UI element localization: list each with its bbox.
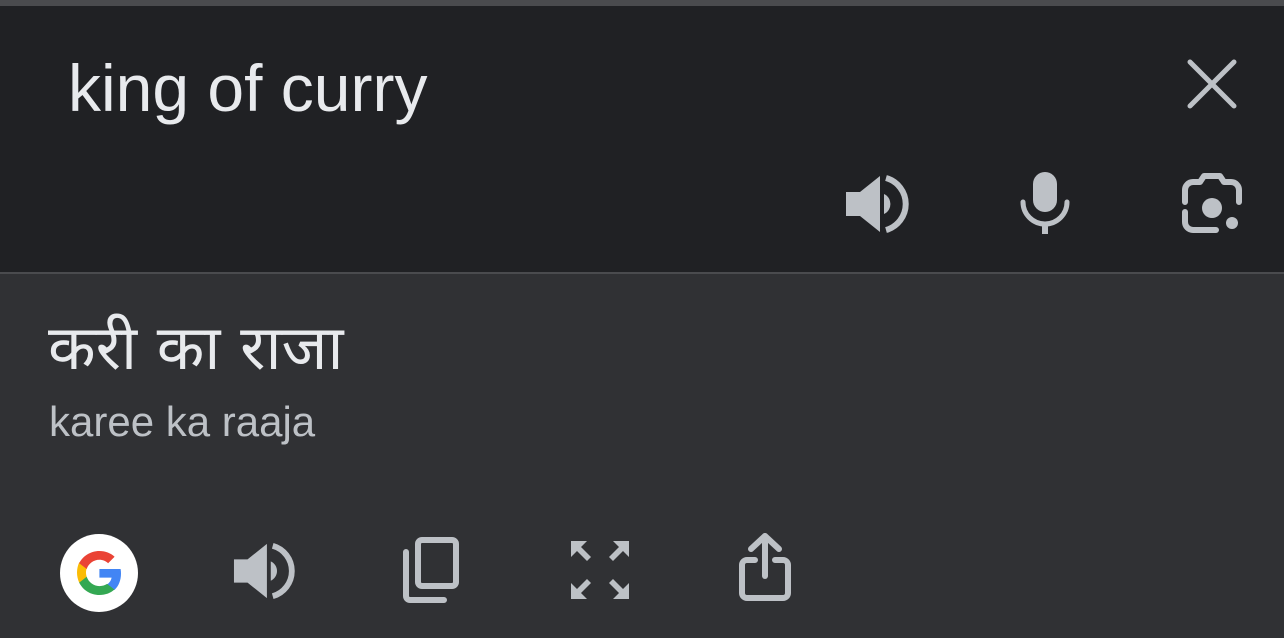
listen-source-button[interactable]	[844, 172, 910, 236]
listen-translation-button[interactable]	[232, 540, 296, 602]
transliteration-text: karee ka raaja	[49, 398, 316, 445]
output-panel: करी का राजा karee ka raaja	[0, 274, 1284, 638]
camera-translate-button[interactable]	[1180, 172, 1244, 236]
clear-button[interactable]	[1182, 54, 1242, 114]
copy-button[interactable]	[400, 536, 462, 604]
speaker-icon	[846, 175, 909, 233]
speaker-icon	[233, 543, 295, 599]
voice-input-button[interactable]	[1015, 170, 1075, 236]
close-icon	[1187, 59, 1237, 109]
share-icon	[739, 533, 791, 601]
google-logo-icon	[77, 551, 121, 595]
copy-icon	[403, 537, 459, 603]
microphone-icon	[1020, 172, 1070, 234]
camera-lens-icon	[1182, 173, 1242, 233]
share-button[interactable]	[738, 532, 792, 602]
fullscreen-button[interactable]	[568, 538, 632, 602]
input-panel[interactable]: king of curry	[0, 6, 1284, 272]
fullscreen-icon	[571, 541, 629, 599]
translated-text: करी का राजा	[48, 311, 344, 384]
translate-app: king of curry करी का राजा karee ka raaja	[0, 0, 1284, 638]
google-search-button[interactable]	[60, 534, 138, 612]
source-text[interactable]: king of curry	[68, 48, 427, 128]
